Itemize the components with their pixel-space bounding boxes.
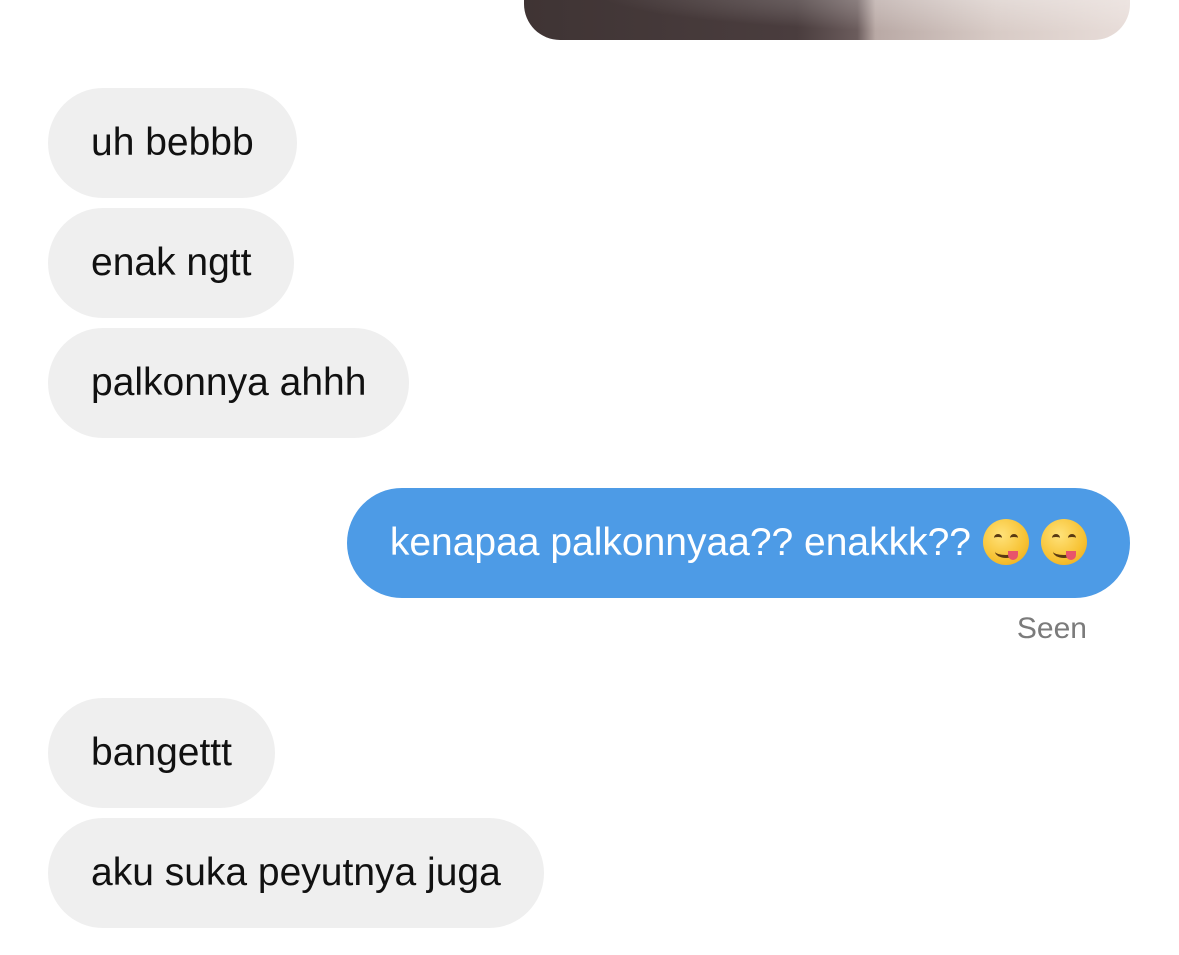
incoming-message-bubble[interactable]: aku suka peyutnya juga xyxy=(48,818,544,928)
photo-thumbnail xyxy=(524,0,1130,40)
message-text: enak ngtt xyxy=(91,241,252,284)
read-receipt: Seen xyxy=(1016,612,1087,645)
face-savoring-food-emoji xyxy=(1041,518,1087,565)
message-text: aku suka peyutnya juga xyxy=(91,851,501,894)
message-text: kenapaa palkonnyaa?? enakkk?? xyxy=(389,521,971,564)
message-text: bangettt xyxy=(91,731,232,774)
incoming-message-bubble[interactable]: bangettt xyxy=(48,698,275,808)
message-text: palkonnya ahhh xyxy=(91,361,367,404)
shared-photo-message[interactable] xyxy=(524,0,1130,40)
incoming-message-bubble[interactable]: palkonnya ahhh xyxy=(48,328,410,438)
message-text: uh bebbb xyxy=(91,121,254,164)
outgoing-message-bubble[interactable]: kenapaa palkonnyaa?? enakkk?? xyxy=(346,488,1130,598)
incoming-message-bubble[interactable]: uh bebbb xyxy=(48,88,297,198)
face-savoring-food-emoji xyxy=(983,518,1029,565)
incoming-message-bubble[interactable]: enak ngtt xyxy=(48,208,295,318)
